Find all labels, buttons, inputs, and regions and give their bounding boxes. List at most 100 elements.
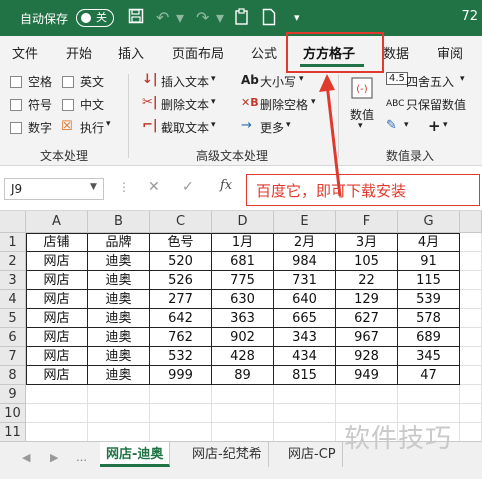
round-dropdown-icon[interactable]: ▾	[460, 74, 465, 84]
case-dropdown-icon[interactable]: ▾	[299, 74, 304, 84]
save-icon[interactable]	[128, 8, 144, 29]
cell[interactable]: 115	[398, 271, 460, 290]
column-header[interactable]: C	[150, 211, 212, 233]
more-sheets-icon[interactable]: …	[76, 451, 87, 464]
cell[interactable]: 999	[150, 366, 212, 385]
row-header[interactable]: 7	[0, 347, 26, 366]
delete-text-button[interactable]: 删除文本	[161, 96, 209, 113]
cell[interactable]: 网店	[26, 366, 88, 385]
cell[interactable]	[150, 404, 212, 423]
cell[interactable]: 967	[336, 328, 398, 347]
space-checkbox[interactable]	[10, 76, 22, 88]
cell[interactable]: 2月	[274, 233, 336, 252]
cell[interactable]	[460, 328, 482, 347]
digit-checkbox[interactable]	[10, 122, 22, 134]
cell[interactable]: 色号	[150, 233, 212, 252]
cell[interactable]	[274, 423, 336, 442]
symbol-checkbox[interactable]	[10, 99, 22, 111]
sheet-tab-givenchy[interactable]: 网店-纪梵希	[186, 442, 269, 467]
select-all-corner[interactable]	[0, 211, 26, 233]
cell[interactable]: 928	[336, 347, 398, 366]
customize-toolbar-icon[interactable]: ▾	[294, 8, 300, 28]
cell[interactable]	[274, 404, 336, 423]
cell[interactable]	[150, 423, 212, 442]
undo-dropdown-icon[interactable]: ▾	[176, 8, 184, 28]
tab-page-layout[interactable]: 页面布局	[172, 43, 224, 62]
row-header[interactable]: 11	[0, 423, 26, 442]
cell[interactable]	[398, 385, 460, 404]
delete-space-button[interactable]: 删除空格	[260, 96, 308, 113]
cell[interactable]: 681	[212, 252, 274, 271]
row-header[interactable]: 9	[0, 385, 26, 404]
redo-dropdown-icon[interactable]: ▾	[216, 8, 224, 28]
cell[interactable]: 345	[398, 347, 460, 366]
insert-function-button[interactable]: fx	[220, 178, 232, 193]
cell[interactable]: 3月	[336, 233, 398, 252]
cell[interactable]: 526	[150, 271, 212, 290]
insert-text-button[interactable]: 插入文本	[161, 73, 209, 90]
cell[interactable]	[460, 347, 482, 366]
cell[interactable]: 627	[336, 309, 398, 328]
chinese-checkbox[interactable]	[62, 99, 74, 111]
cell[interactable]: 迪奥	[88, 347, 150, 366]
enter-icon[interactable]: ✓	[182, 179, 194, 195]
cell[interactable]: 949	[336, 366, 398, 385]
cell[interactable]	[88, 385, 150, 404]
cell[interactable]: 网店	[26, 290, 88, 309]
delete-space-dropdown-icon[interactable]: ▾	[311, 97, 316, 107]
cell[interactable]	[460, 309, 482, 328]
cell[interactable]: 363	[212, 309, 274, 328]
tab-home[interactable]: 开始	[66, 43, 92, 62]
column-header[interactable]: F	[336, 211, 398, 233]
cell[interactable]: 迪奥	[88, 328, 150, 347]
cell[interactable]: 815	[274, 366, 336, 385]
cell[interactable]: 网店	[26, 271, 88, 290]
cell[interactable]	[26, 404, 88, 423]
keep-numeric-button[interactable]: 只保留数值	[406, 96, 466, 113]
cell[interactable]: 642	[150, 309, 212, 328]
cell[interactable]	[88, 404, 150, 423]
cell[interactable]: 665	[274, 309, 336, 328]
cell[interactable]: 640	[274, 290, 336, 309]
column-header[interactable]: G	[398, 211, 460, 233]
undo-icon[interactable]: ↶	[156, 8, 169, 28]
cell[interactable]	[26, 423, 88, 442]
cell[interactable]: 520	[150, 252, 212, 271]
row-header[interactable]: 2	[0, 252, 26, 271]
tab-insert[interactable]: 插入	[118, 43, 144, 62]
cell[interactable]: 343	[274, 328, 336, 347]
redo-icon[interactable]: ↷	[196, 8, 209, 28]
cell[interactable]	[212, 423, 274, 442]
cell[interactable]: 迪奥	[88, 290, 150, 309]
column-header[interactable]: D	[212, 211, 274, 233]
cell[interactable]: 731	[274, 271, 336, 290]
name-box-dropdown-icon[interactable]: ▼	[90, 182, 97, 192]
row-header[interactable]: 1	[0, 233, 26, 252]
cell[interactable]: 129	[336, 290, 398, 309]
name-box[interactable]: J9	[4, 178, 104, 200]
cell[interactable]: 迪奥	[88, 309, 150, 328]
cell[interactable]: 984	[274, 252, 336, 271]
cancel-icon[interactable]: ✕	[148, 179, 160, 195]
row-header[interactable]: 4	[0, 290, 26, 309]
cell[interactable]	[460, 366, 482, 385]
new-file-icon[interactable]	[262, 8, 276, 31]
cell[interactable]	[336, 385, 398, 404]
cell[interactable]: 网店	[26, 309, 88, 328]
cell[interactable]: 277	[150, 290, 212, 309]
delete-text-dropdown-icon[interactable]: ▾	[211, 97, 216, 107]
row-header[interactable]: 3	[0, 271, 26, 290]
more-button[interactable]: 更多	[260, 119, 284, 136]
execute-dropdown-icon[interactable]: ▾	[106, 119, 111, 129]
cell[interactable]	[274, 385, 336, 404]
cell[interactable]: 105	[336, 252, 398, 271]
cell[interactable]	[460, 423, 482, 442]
extract-text-button[interactable]: 截取文本	[161, 119, 209, 136]
cell[interactable]	[460, 233, 482, 252]
cell[interactable]: 1月	[212, 233, 274, 252]
row-header[interactable]: 6	[0, 328, 26, 347]
cell[interactable]: 434	[274, 347, 336, 366]
tab-file[interactable]: 文件	[12, 43, 38, 62]
column-header[interactable]: A	[26, 211, 88, 233]
next-sheet-icon[interactable]: ▶	[50, 451, 58, 464]
